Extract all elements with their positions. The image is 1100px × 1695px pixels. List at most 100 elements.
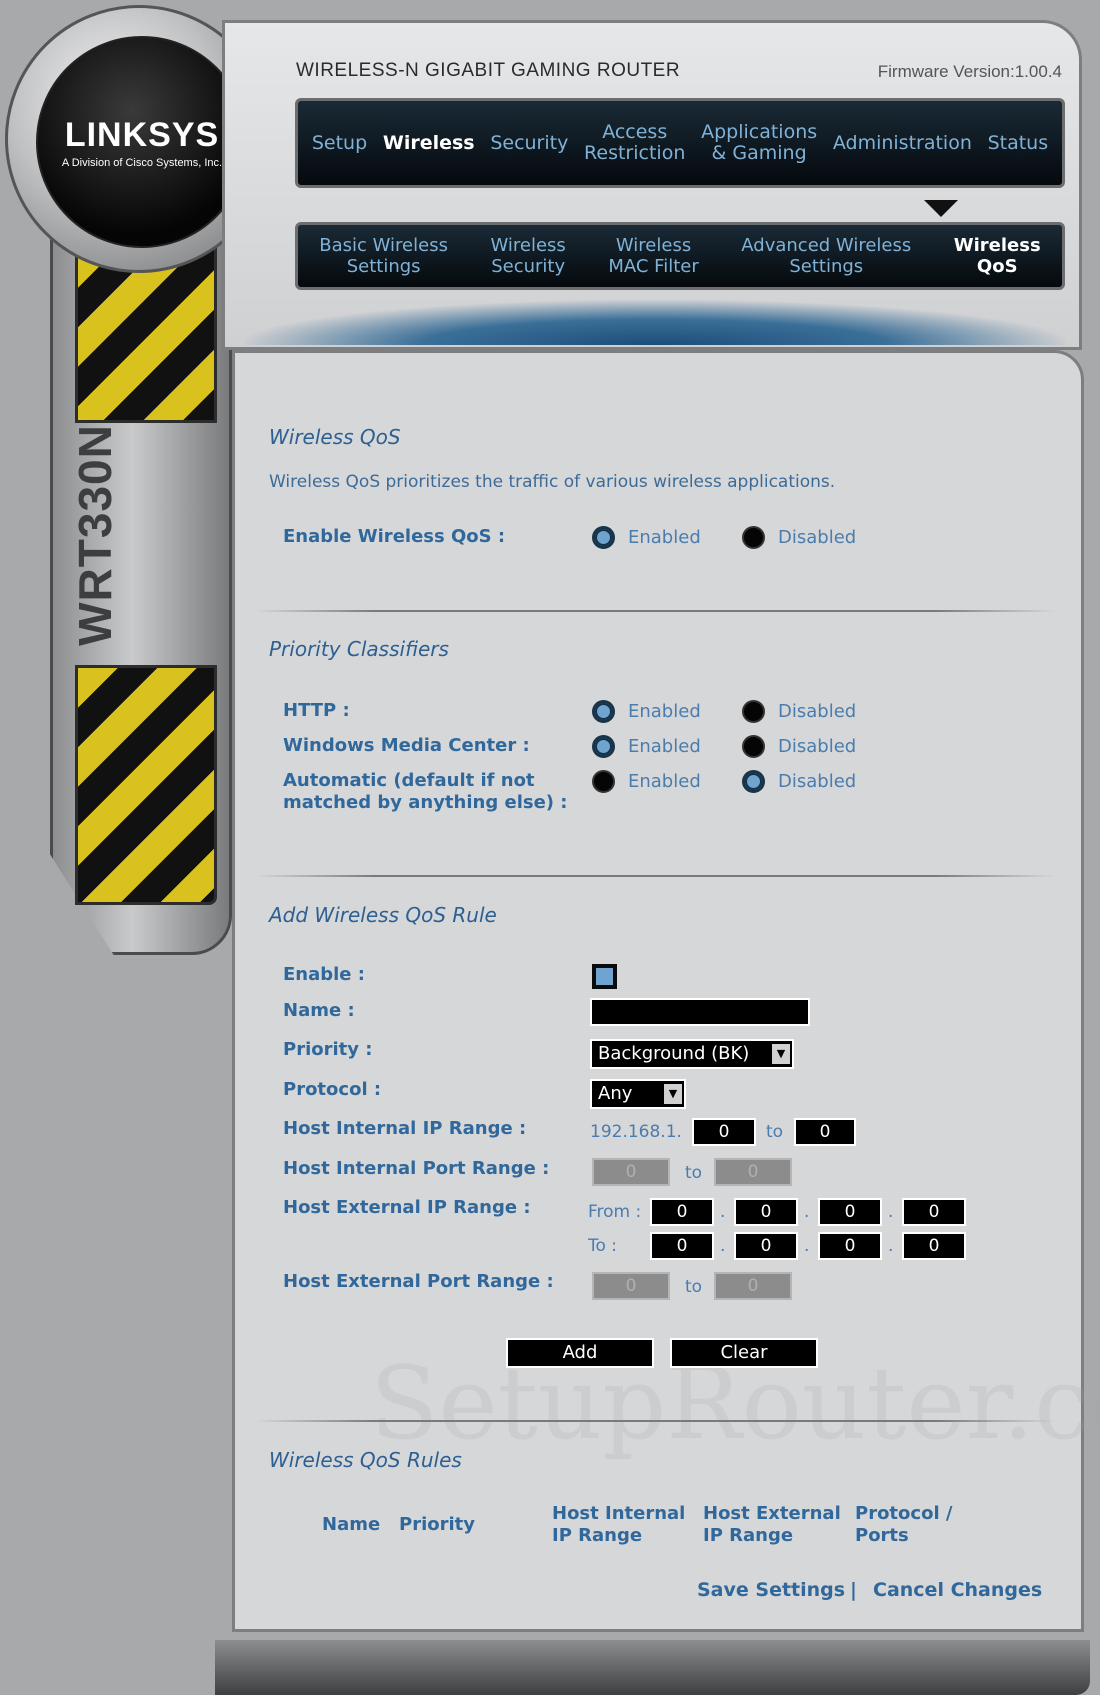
wmc-enabled-label: Enabled (628, 736, 701, 757)
model-label: WRT330N (69, 424, 121, 646)
footer-separator: | (850, 1579, 857, 1601)
subnav-mac-filter[interactable]: Wireless MAC Filter (608, 235, 698, 277)
model-tag: WRT330N (60, 424, 130, 646)
sub-nav: Basic Wireless Settings Wireless Securit… (295, 222, 1065, 290)
clear-rule-button[interactable]: Clear (670, 1338, 818, 1368)
ip-dot: . (720, 1202, 726, 1222)
section-title-priority-classifiers: Priority Classifiers (269, 637, 449, 661)
protocol-select-value: Any (598, 1083, 633, 1104)
linksys-logo: LINKSYS (64, 115, 220, 154)
internal-port-label: Host Internal Port Range : (283, 1158, 550, 1179)
rules-col-internal-ip: Host Internal IP Range (552, 1503, 686, 1546)
rules-col-external-ip: Host External IP Range (703, 1503, 841, 1546)
chevron-down-icon[interactable]: ▼ (664, 1084, 682, 1104)
qos-disabled-label: Disabled (778, 527, 857, 548)
qos-description: Wireless QoS prioritizes the traffic of … (269, 472, 836, 492)
external-port-to-input[interactable]: 0 (714, 1272, 792, 1300)
section-title-wireless-qos: Wireless QoS (269, 425, 401, 449)
nav-status[interactable]: Status (988, 132, 1049, 154)
classifier-http-label: HTTP : (283, 700, 350, 721)
rule-name-label: Name : (283, 1000, 355, 1021)
rules-col-priority: Priority (399, 1514, 475, 1535)
section-title-add-rule: Add Wireless QoS Rule (269, 903, 497, 927)
cancel-changes-link[interactable]: Cancel Changes (873, 1579, 1042, 1601)
rules-col-name: Name (322, 1514, 381, 1535)
external-from-octet-4[interactable]: 0 (902, 1198, 966, 1226)
external-port-from-input[interactable]: 0 (592, 1272, 670, 1300)
ip-dot: . (720, 1236, 726, 1256)
classifier-wmc-label: Windows Media Center : (283, 735, 530, 756)
rule-enable-label: Enable : (283, 964, 365, 985)
rule-priority-label: Priority : (283, 1039, 373, 1060)
external-to-octet-1[interactable]: 0 (650, 1232, 714, 1260)
ip-dot: . (804, 1202, 810, 1222)
internal-ip-to-input[interactable]: 0 (794, 1118, 856, 1146)
enable-qos-label: Enable Wireless QoS : (283, 526, 506, 547)
external-to-label: To : (588, 1236, 618, 1256)
http-disabled-radio[interactable] (742, 700, 765, 723)
nav-access-restriction[interactable]: Access Restriction (584, 122, 685, 164)
nav-wireless[interactable]: Wireless (383, 132, 475, 154)
internal-ip-to-label: to (766, 1122, 784, 1142)
nav-pointer-icon (924, 200, 958, 217)
internal-ip-prefix: 192.168.1. (590, 1122, 682, 1142)
automatic-enabled-radio[interactable] (592, 770, 615, 793)
product-name: WIRELESS-N GIGABIT GAMING ROUTER (296, 60, 681, 81)
qos-enabled-label: Enabled (628, 527, 701, 548)
subnav-basic-wireless[interactable]: Basic Wireless Settings (319, 235, 448, 277)
logo-disc: LINKSYS A Division of Cisco Systems, Inc… (36, 36, 248, 248)
rule-name-input[interactable] (590, 998, 810, 1026)
priority-select-value: Background (BK) (598, 1043, 750, 1064)
automatic-disabled-radio[interactable] (742, 770, 765, 793)
qos-enabled-radio[interactable] (592, 526, 615, 549)
external-to-octet-3[interactable]: 0 (818, 1232, 882, 1260)
internal-ip-from-input[interactable]: 0 (692, 1118, 756, 1146)
protocol-select[interactable]: Any ▼ (590, 1079, 686, 1109)
subnav-wireless-qos[interactable]: Wireless QoS (954, 235, 1041, 277)
internal-port-from-input[interactable]: 0 (592, 1158, 670, 1186)
automatic-enabled-label: Enabled (628, 771, 701, 792)
ip-dot: . (888, 1202, 894, 1222)
section-divider (255, 1420, 1055, 1422)
save-settings-link[interactable]: Save Settings (697, 1579, 845, 1601)
external-from-octet-3[interactable]: 0 (818, 1198, 882, 1226)
nav-applications-gaming[interactable]: Applications & Gaming (701, 122, 817, 164)
firmware-version: Firmware Version:1.00.4 (877, 62, 1062, 81)
priority-select[interactable]: Background (BK) ▼ (590, 1039, 794, 1069)
header-swoop (245, 300, 1065, 345)
rule-protocol-label: Protocol : (283, 1079, 382, 1100)
subnav-wireless-security[interactable]: Wireless Security (491, 235, 566, 277)
main-nav: Setup Wireless Security Access Restricti… (295, 98, 1065, 188)
internal-ip-label: Host Internal IP Range : (283, 1118, 527, 1139)
ip-dot: . (804, 1236, 810, 1256)
external-from-label: From : (588, 1202, 642, 1222)
rule-enable-checkbox[interactable] (592, 964, 617, 989)
external-from-octet-2[interactable]: 0 (734, 1198, 798, 1226)
add-rule-button[interactable]: Add (506, 1338, 654, 1368)
nav-security[interactable]: Security (490, 132, 568, 154)
http-disabled-label: Disabled (778, 701, 857, 722)
subnav-advanced-wireless[interactable]: Advanced Wireless Settings (741, 235, 911, 277)
automatic-disabled-label: Disabled (778, 771, 857, 792)
external-port-to-label: to (685, 1277, 703, 1297)
http-enabled-radio[interactable] (592, 700, 615, 723)
wmc-disabled-radio[interactable] (742, 735, 765, 758)
hazard-stripes-bottom (75, 665, 217, 905)
qos-disabled-radio[interactable] (742, 526, 765, 549)
chevron-down-icon[interactable]: ▼ (772, 1044, 790, 1064)
wmc-disabled-label: Disabled (778, 736, 857, 757)
section-divider (255, 610, 1055, 612)
http-enabled-label: Enabled (628, 701, 701, 722)
bottom-bar (215, 1640, 1090, 1695)
nav-setup[interactable]: Setup (312, 132, 367, 154)
external-from-octet-1[interactable]: 0 (650, 1198, 714, 1226)
wmc-enabled-radio[interactable] (592, 735, 615, 758)
external-to-octet-2[interactable]: 0 (734, 1232, 798, 1260)
section-title-rules: Wireless QoS Rules (269, 1448, 462, 1472)
internal-port-to-input[interactable]: 0 (714, 1158, 792, 1186)
external-port-label: Host External Port Range : (283, 1271, 554, 1292)
section-divider (255, 875, 1055, 877)
external-to-octet-4[interactable]: 0 (902, 1232, 966, 1260)
nav-administration[interactable]: Administration (833, 132, 972, 154)
internal-port-to-label: to (685, 1163, 703, 1183)
